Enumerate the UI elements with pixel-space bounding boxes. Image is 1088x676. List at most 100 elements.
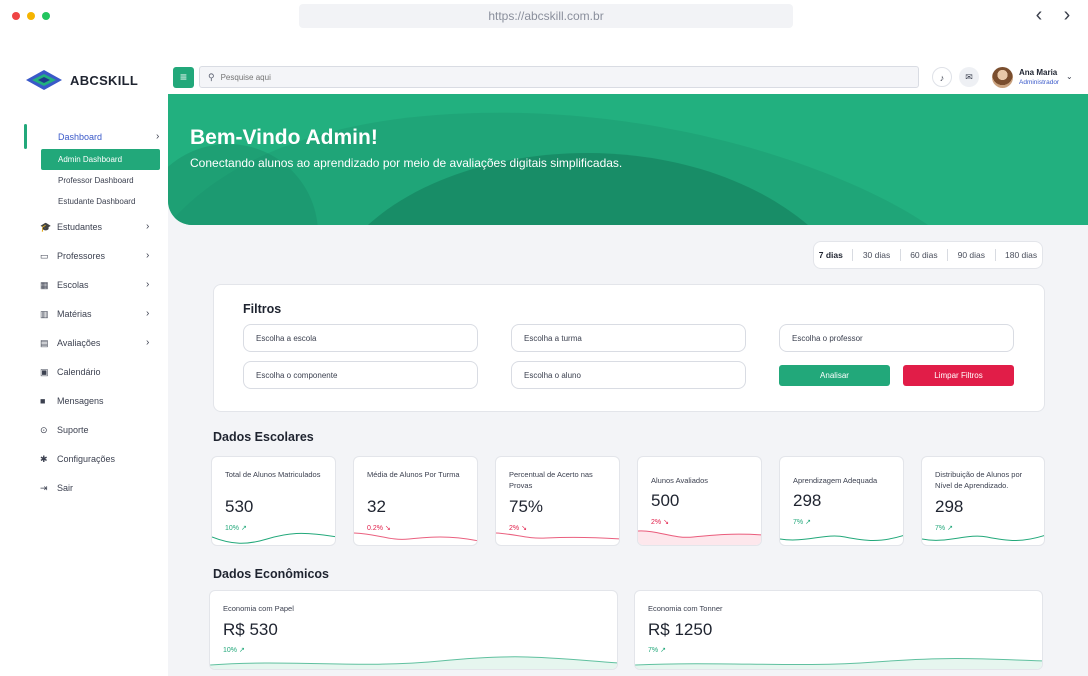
user-name[interactable]: Ana Maria — [1019, 68, 1057, 77]
sparkline — [212, 532, 335, 544]
kpi-label: Total de Alunos Matriculados — [225, 470, 321, 479]
calendar-icon: ▣ — [40, 366, 49, 377]
class-select[interactable]: Escolha a turma — [511, 324, 746, 352]
sidebar-item-configuracoes[interactable]: ✱ Configurações — [0, 444, 168, 473]
building-icon: ▦ — [40, 279, 49, 290]
sidebar-item-sair[interactable]: ⇥ Sair — [0, 473, 168, 502]
trend-up-icon: ↗ — [238, 647, 245, 654]
kpi-value: 32 — [367, 497, 386, 516]
sidebar: ABCSKILL Dashboard › Admin Dashboard Pro… — [0, 36, 168, 676]
sidebar-subitem-admin-dashboard[interactable]: Admin Dashboard — [41, 149, 160, 170]
economy-label: Economia com Tonner — [648, 604, 723, 613]
divider — [947, 249, 949, 261]
filters-panel: Filtros Escolha a escola Escolha a turma… — [213, 284, 1045, 412]
main-content: Bem-Vindo Admin! Conectando alunos ao ap… — [168, 94, 1088, 676]
books-icon: ▥ — [40, 308, 49, 319]
kpi-delta: 2% ↘ — [651, 519, 669, 526]
messages-button[interactable]: ✉ — [959, 67, 979, 87]
sidebar-subitem-professor-dashboard[interactable]: Professor Dashboard — [41, 170, 160, 191]
school-select[interactable]: Escolha a escola — [243, 324, 478, 352]
analyze-button[interactable]: Analisar — [779, 365, 890, 386]
economy-card-paper[interactable]: Economia com Papel R$ 530 10% ↗ — [209, 590, 618, 670]
kpi-label: Distribuição de Alunos por Nível de Apre… — [935, 470, 1023, 490]
sidebar-item-dashboard[interactable]: Dashboard › — [0, 124, 168, 149]
back-arrow-icon[interactable]: ‹ — [1029, 4, 1049, 28]
sidebar-item-avaliacoes[interactable]: ▤ Avaliações › — [0, 328, 168, 357]
notifications-button[interactable]: ♪ — [932, 67, 952, 87]
sidebar-item-label: Escolas — [57, 279, 89, 290]
sidebar-item-label: Estudantes — [57, 221, 103, 232]
sidebar-item-escolas[interactable]: ▦ Escolas › — [0, 270, 168, 299]
sparkline — [354, 532, 477, 542]
graduation-cap-icon: 🎓 — [40, 221, 52, 232]
chalkboard-icon: ▭ — [40, 250, 49, 261]
support-icon: ⊙ — [40, 424, 48, 435]
economy-delta: 7% ↗ — [648, 647, 666, 654]
teacher-select[interactable]: Escolha o professor — [779, 324, 1014, 352]
economy-card-toner[interactable]: Economia com Tonner R$ 1250 7% ↗ — [634, 590, 1043, 670]
kpi-label: Média de Alunos Por Turma — [367, 470, 460, 479]
kpi-card-total-students[interactable]: Total de Alunos Matriculados 530 10% ↗ — [211, 456, 336, 546]
chevron-down-icon[interactable]: ⌄ — [1066, 72, 1073, 81]
chat-icon: ■ — [40, 395, 46, 406]
kpi-card-avg-per-class[interactable]: Média de Alunos Por Turma 32 0.2% ↘ — [353, 456, 478, 546]
kpi-card-accuracy[interactable]: Percentual de Acerto nas Provas 75% 2% ↘ — [495, 456, 620, 546]
search-icon: ⚲ — [208, 71, 215, 82]
minimize-window-dot[interactable] — [27, 12, 35, 20]
page-subtitle: Conectando alunos ao aprendizado por mei… — [190, 156, 623, 170]
kpi-value: 500 — [651, 491, 680, 510]
sparkline — [635, 657, 1042, 669]
kpi-label: Aprendizagem Adequada — [793, 476, 878, 485]
sidebar-item-label: Avaliações — [57, 337, 101, 348]
student-select[interactable]: Escolha o aluno — [511, 361, 746, 389]
sidebar-item-mensagens[interactable]: ■ Mensagens — [0, 386, 168, 415]
chevron-right-icon: › — [146, 337, 150, 348]
sidebar-item-professores[interactable]: ▭ Professores › — [0, 241, 168, 270]
menu-toggle-button[interactable]: ≡ — [173, 67, 194, 88]
clear-filters-button[interactable]: Limpar Filtros — [903, 365, 1014, 386]
avatar[interactable] — [992, 67, 1013, 88]
sidebar-item-estudantes[interactable]: 🎓 Estudantes › — [0, 212, 168, 241]
divider — [994, 249, 996, 261]
kpi-value: 530 — [225, 497, 254, 516]
address-bar[interactable]: https://abcskill.com.br — [299, 4, 793, 28]
sidebar-item-label: Suporte — [57, 424, 89, 435]
kpi-card-evaluated[interactable]: Alunos Avaliados 500 2% ↘ — [637, 456, 762, 546]
bell-icon: ♪ — [939, 73, 945, 83]
maximize-window-dot[interactable] — [42, 12, 50, 20]
search-input[interactable] — [220, 72, 821, 82]
chevron-right-icon: › — [156, 131, 160, 142]
kpi-value: 75% — [509, 497, 544, 516]
sidebar-item-materias[interactable]: ▥ Matérias › — [0, 299, 168, 328]
kpi-card-adequate-learning[interactable]: Aprendizagem Adequada 298 7% ↗ — [779, 456, 904, 546]
divider — [852, 249, 854, 261]
range-option-90[interactable]: 90 dias — [958, 250, 985, 260]
economic-data-title: Dados Econômicos — [213, 567, 329, 581]
range-option-60[interactable]: 60 dias — [910, 250, 937, 260]
search-bar[interactable]: ⚲ — [199, 66, 919, 88]
close-window-dot[interactable] — [12, 12, 20, 20]
trend-up-icon: ↗ — [660, 647, 666, 654]
range-option-7[interactable]: 7 dias — [819, 250, 843, 260]
active-indicator — [24, 124, 27, 149]
sidebar-item-label: Professores — [57, 250, 106, 261]
sidebar-subitem-estudante-dashboard[interactable]: Estudante Dashboard — [41, 191, 160, 212]
school-data-title: Dados Escolares — [213, 430, 314, 444]
kpi-label: Alunos Avaliados — [651, 476, 708, 485]
sidebar-item-calendario[interactable]: ▣ Calendário — [0, 357, 168, 386]
component-select[interactable]: Escolha o componente — [243, 361, 478, 389]
range-option-30[interactable]: 30 dias — [863, 250, 890, 260]
sidebar-item-label: Mensagens — [57, 395, 104, 406]
sidebar-item-suporte[interactable]: ⊙ Suporte — [0, 415, 168, 444]
kpi-card-level-distribution[interactable]: Distribuição de Alunos por Nível de Apre… — [921, 456, 1045, 546]
logout-icon: ⇥ — [40, 482, 48, 493]
sparkline — [638, 530, 761, 545]
range-option-180[interactable]: 180 dias — [1005, 250, 1037, 260]
kpi-label: Percentual de Acerto nas Provas — [509, 470, 593, 490]
divider — [899, 249, 901, 261]
user-role: Administrador — [1019, 79, 1060, 86]
sidebar-item-label: Calendário — [57, 366, 101, 377]
forward-arrow-icon[interactable]: › — [1057, 4, 1077, 28]
app: ABCSKILL Dashboard › Admin Dashboard Pro… — [0, 36, 1088, 676]
brand-logo[interactable]: ABCSKILL — [24, 58, 160, 102]
